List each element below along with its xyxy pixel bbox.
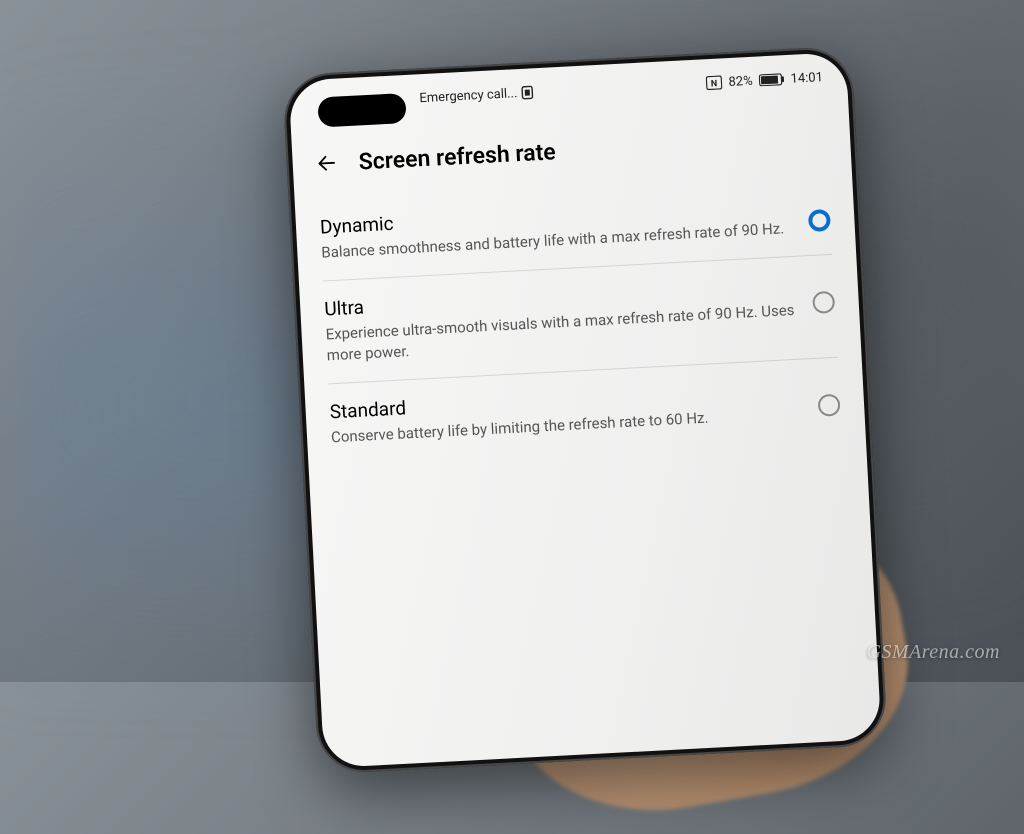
radio-unselected-icon[interactable]	[812, 291, 835, 314]
phone-screen: Emergency call... N 82% 14:01 Screen	[288, 52, 881, 768]
refresh-rate-options: Dynamic Balance smoothness and battery l…	[295, 172, 866, 467]
clock-text: 14:01	[790, 70, 823, 87]
phone-frame: Emergency call... N 82% 14:01 Screen	[282, 46, 888, 775]
watermark-text: GSMArena.com	[866, 641, 1000, 664]
camera-notch	[317, 93, 406, 128]
option-text: Dynamic Balance smoothness and battery l…	[319, 191, 793, 263]
status-bar-left: Emergency call...	[419, 85, 534, 106]
carrier-text: Emergency call...	[419, 86, 518, 106]
radio-selected-icon[interactable]	[808, 209, 831, 232]
svg-text:N: N	[711, 79, 718, 89]
status-bar-right: N 82% 14:01	[706, 70, 823, 91]
back-button[interactable]	[312, 148, 341, 177]
battery-icon	[758, 73, 785, 86]
sim-icon	[521, 85, 534, 100]
page-title: Screen refresh rate	[358, 138, 556, 175]
nfc-icon: N	[706, 75, 723, 90]
battery-percent: 82%	[728, 73, 753, 89]
radio-unselected-icon[interactable]	[818, 393, 841, 416]
option-text: Standard Conserve battery life by limiti…	[329, 375, 803, 447]
arrow-left-icon	[315, 152, 338, 175]
option-text: Ultra Experience ultra-smooth visuals wi…	[324, 273, 799, 365]
